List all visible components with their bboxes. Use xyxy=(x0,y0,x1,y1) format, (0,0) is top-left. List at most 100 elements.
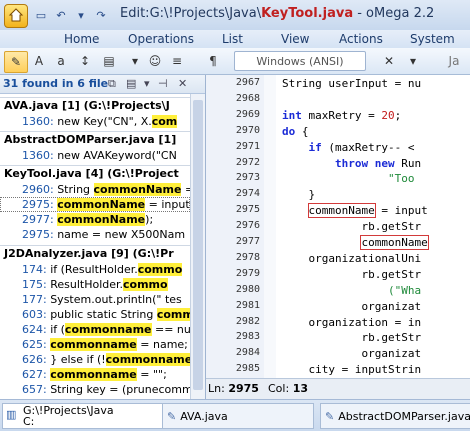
tab-label: AbstractDOMParser.java xyxy=(338,409,470,423)
match-highlight: commonname xyxy=(50,338,137,351)
tab-abstractdomparser-java[interactable]: ✎ AbstractDOMParser.java xyxy=(320,403,470,429)
editor-line-number: 2967 xyxy=(235,77,260,88)
list-item[interactable]: 2975: name = new X500Nam xyxy=(0,227,190,242)
list-item[interactable]: 624: if (commonname == nu xyxy=(0,322,190,337)
match-text: == nu xyxy=(151,323,190,336)
result-group: KeyTool.java [4] (G:\!Project 2960: Stri… xyxy=(0,165,190,242)
group-header[interactable]: KeyTool.java [4] (G:\!Project xyxy=(0,165,190,182)
list-item[interactable]: 603: public static String comm xyxy=(0,307,190,322)
list-icon[interactable]: ▤ xyxy=(126,77,136,90)
list-item[interactable]: 1360: new AVAKeyword("CN xyxy=(0,148,190,163)
save-icon[interactable]: ▭ xyxy=(32,6,50,24)
list-icon[interactable]: ≡ xyxy=(166,51,188,71)
code-line[interactable]: commonName xyxy=(282,235,429,250)
find-replace-icon[interactable]: a xyxy=(50,51,72,71)
pin-icon[interactable]: ⊣ xyxy=(158,77,168,90)
code-line[interactable]: organization = in xyxy=(282,316,421,329)
code-line[interactable]: int maxRetry = 20; xyxy=(282,109,401,122)
tab-actions[interactable]: Actions xyxy=(339,32,383,46)
document-tabs: ▥ G:\!Projects\Java C: ✎ AVA.java ✎ Abstra… xyxy=(0,399,470,431)
code-line[interactable]: ("Wha xyxy=(282,284,421,297)
code-line[interactable]: rb.getStr xyxy=(282,268,421,281)
code-line[interactable]: organizat xyxy=(282,347,421,360)
tab-home[interactable]: Home xyxy=(64,32,99,46)
tab-list[interactable]: List xyxy=(222,32,243,46)
code-line[interactable]: } xyxy=(282,188,315,201)
line-number: 627: xyxy=(22,368,47,381)
list-item[interactable]: 625: commonname = name; xyxy=(0,337,190,352)
list-item[interactable]: 626: } else if (!commonname xyxy=(0,352,190,367)
match-text: ); xyxy=(145,213,154,226)
tab-view[interactable]: View xyxy=(281,32,309,46)
redo-icon[interactable]: ↷ xyxy=(92,6,110,24)
smiley-icon[interactable]: ☺ xyxy=(144,51,166,71)
quick-access-toolbar: ▭ ↶ ▾ ↷ xyxy=(32,6,110,24)
printer-icon[interactable]: ▤ xyxy=(98,51,120,71)
code-line[interactable]: organizat xyxy=(282,300,421,313)
code-line[interactable]: city = inputStrin xyxy=(282,363,421,376)
tab-system[interactable]: System xyxy=(410,32,455,46)
code-line[interactable]: if (maxRetry-- < xyxy=(282,141,421,154)
editor-line-number: 2968 xyxy=(235,92,260,104)
match-text: public static String xyxy=(50,308,157,321)
file-icon: ✎ xyxy=(167,409,177,423)
results-scrollbar[interactable] xyxy=(190,94,205,399)
code-line[interactable]: "Too xyxy=(282,172,415,185)
tab-operations[interactable]: Operations xyxy=(128,32,194,46)
code-line[interactable]: String userInput = nu xyxy=(282,77,421,90)
dropdown-icon[interactable]: ▾ xyxy=(144,77,150,90)
dropdown-icon[interactable]: ▾ xyxy=(72,6,90,24)
list-item[interactable]: 2975: commonName = input xyxy=(0,197,190,212)
tools-icon[interactable]: ✕ xyxy=(378,51,400,71)
editor-line-number: 2972 xyxy=(235,156,260,168)
edit-icon[interactable]: ✎ xyxy=(4,51,28,73)
list-item[interactable]: 1360: new Key("CN", X.com xyxy=(0,114,190,129)
line-value: 2975 xyxy=(228,382,259,395)
tab-folder[interactable]: ▥ G:\!Projects\Java C: xyxy=(2,403,174,429)
code-token: commonName xyxy=(307,203,376,219)
copy-icon[interactable]: ⧉ xyxy=(108,77,116,91)
dropdown-icon[interactable]: ▾ xyxy=(124,51,146,71)
code-editor[interactable]: 2967 String userInput = nu 2968 2969 int max… xyxy=(206,75,470,378)
ja-label[interactable]: Ja xyxy=(440,51,468,71)
code-line[interactable]: do { xyxy=(282,125,309,138)
code-line[interactable]: organizationalUni xyxy=(282,252,421,265)
dropdown-icon[interactable]: ▾ xyxy=(402,51,424,71)
code-line[interactable]: throw new Run xyxy=(282,157,421,170)
sort-icon[interactable]: ↕ xyxy=(74,51,96,71)
column-value: 13 xyxy=(292,382,308,395)
code-line[interactable]: rb.getStr xyxy=(282,331,421,344)
tab-ava-java[interactable]: ✎ AVA.java xyxy=(162,403,314,429)
code-token: throw new xyxy=(334,156,395,170)
line-number: 2960: xyxy=(22,183,54,196)
code-token: organizat xyxy=(282,347,422,361)
undo-icon[interactable]: ↶ xyxy=(52,6,70,24)
scrollbar-thumb[interactable] xyxy=(193,100,203,390)
list-item[interactable]: 177: System.out.println(" tes xyxy=(0,292,190,307)
list-item[interactable]: 174: if (ResultHolder.commo xyxy=(0,262,190,277)
match-text: } else if (! xyxy=(50,353,106,366)
code-token: organizat xyxy=(282,299,422,313)
line-number: 1360: xyxy=(22,149,54,162)
list-item[interactable]: 175: ResultHolder.commo xyxy=(0,277,190,292)
close-icon[interactable]: ✕ xyxy=(178,77,187,90)
line-number: 626: xyxy=(22,353,47,366)
list-item[interactable]: 627: commonname = ""; xyxy=(0,367,190,382)
code-line[interactable]: rb.getStr xyxy=(282,220,421,233)
code-line[interactable]: commonName = input xyxy=(282,203,428,219)
pilcrow-icon[interactable]: ¶ xyxy=(202,51,224,71)
folder-icon: ▥ xyxy=(6,408,17,421)
font-icon[interactable]: A xyxy=(28,51,50,71)
encoding-select[interactable]: Windows (ANSI) xyxy=(234,51,366,71)
group-header[interactable]: J2DAnalyzer.java [9] (G:\!Pr xyxy=(0,245,190,262)
editor-line-number: 2984 xyxy=(235,347,260,359)
list-item[interactable]: 657: String key = (prunecomm xyxy=(0,382,190,397)
line-number: 603: xyxy=(22,308,47,321)
list-item[interactable]: 2960: String commonName = xyxy=(0,182,190,197)
result-group: AbstractDOMParser.java [1] 1360: new AVA… xyxy=(0,131,190,163)
group-header[interactable]: AbstractDOMParser.java [1] xyxy=(0,131,190,148)
group-header[interactable]: AVA.java [1] (G:\!Projects\J xyxy=(0,97,190,114)
app-logo-icon[interactable] xyxy=(4,4,28,28)
list-item[interactable]: 2977: commonName); xyxy=(0,212,190,227)
